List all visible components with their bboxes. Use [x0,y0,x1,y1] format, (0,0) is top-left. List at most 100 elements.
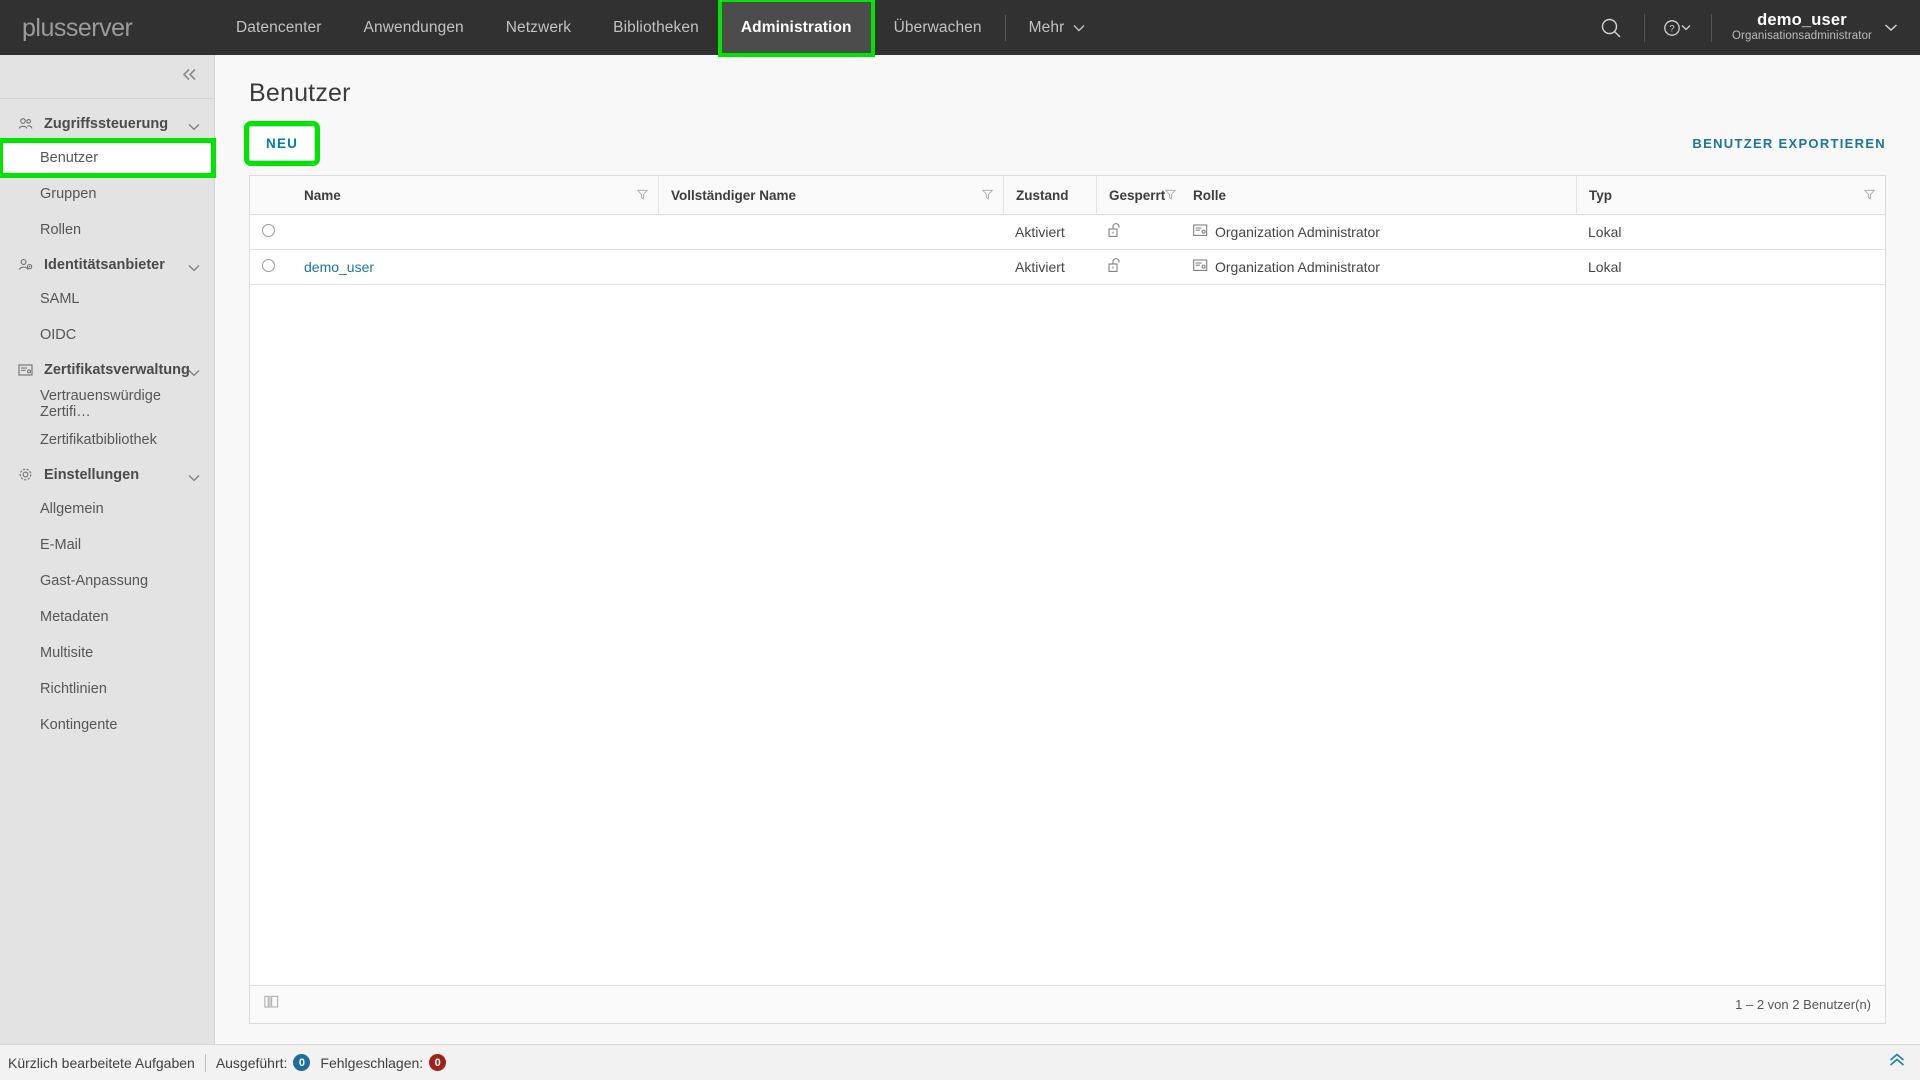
cell-fullname [658,249,1003,285]
sidebar-item-saml[interactable]: SAML [0,281,214,317]
nav-item-ueberwachen[interactable]: Überwachen [873,0,1003,55]
sidebar-item-allgemein[interactable]: Allgemein [0,491,214,527]
user-name-link[interactable]: demo_user [304,259,374,275]
table-row[interactable]: Aktiviert Organization Administrator Lok… [250,214,1885,250]
filter-icon[interactable] [1863,188,1876,203]
cell-gesperrt [1096,249,1181,285]
recent-tasks-label[interactable]: Kürzlich bearbeitete Aufgaben [8,1055,195,1071]
nav-divider [1710,13,1712,42]
user-menu[interactable]: demo_user Organisationsadministrator [1722,11,1898,43]
nav-label: Netzwerk [505,18,572,36]
row-radio[interactable] [262,259,275,272]
sidebar-item-vertrauenswuerdige-zertifikate[interactable]: Vertrauenswürdige Zertifi… [0,386,214,422]
filter-icon[interactable] [981,188,994,203]
role-card-icon [1193,259,1208,275]
sidebar-item-label: Vertrauenswürdige Zertifi… [40,388,161,420]
user-role: Organisationsadministrator [1731,30,1872,43]
sidebar-item-label: E-Mail [40,537,82,553]
column-header-typ[interactable]: Typ [1576,176,1885,215]
sidebar-item-label: SAML [40,291,80,307]
nav-item-netzwerk[interactable]: Netzwerk [485,0,592,55]
sidebar-group-identitaetsanbieter[interactable]: Identitätsanbieter [0,248,214,281]
role-label: Organization Administrator [1215,259,1380,275]
sidebar-group-label: Zertifikatsverwaltung [44,361,190,378]
nav-label: Überwachen [893,18,982,36]
sidebar-item-label: Allgemein [40,501,104,517]
sidebar-group-label: Einstellungen [44,466,140,483]
filter-icon[interactable] [636,188,649,203]
cell-fullname [658,214,1003,250]
column-header-zustand[interactable]: Zustand [1003,176,1096,215]
column-label: Zustand [1016,187,1069,203]
table-empty-space [250,285,1885,985]
new-user-button[interactable]: NEU [249,126,316,161]
svg-text:plusserver: plusserver [22,15,132,41]
sidebar-item-label: Richtlinien [40,681,107,697]
status-bar: Kürzlich bearbeitete Aufgaben Ausgeführt… [0,1044,1920,1080]
chevron-double-left-icon [182,68,198,86]
column-header-name[interactable]: Name [292,176,658,215]
nav-item-mehr[interactable]: Mehr [1008,0,1107,55]
sidebar-item-kontingente[interactable]: Kontingente [0,707,214,743]
sidebar-item-gast-anpassung[interactable]: Gast-Anpassung [0,563,214,599]
table-footer: 1 – 2 von 2 Benutzer(n) [250,985,1885,1023]
cell-zustand: Aktiviert [1003,249,1096,285]
sidebar-item-email[interactable]: E-Mail [0,527,214,563]
nav-right-cluster: ? demo_user Organisationsadministrator [1588,0,1920,55]
sidebar-group-zertifikatsverwaltung[interactable]: Zertifikatsverwaltung [0,353,214,386]
content-toolbar: NEU BENUTZER EXPORTIEREN [215,108,1920,175]
chevron-double-up-icon [1888,1053,1906,1072]
failed-label: Fehlgeschlagen: [320,1054,424,1071]
sidebar-collapse-button[interactable] [0,55,214,99]
plusserver-logo-icon: plusserver [22,15,133,41]
sidebar-item-benutzer[interactable]: Benutzer [0,138,216,178]
body-container: Zugriffssteuerung Benutzer Gruppen Rolle… [0,55,1920,1044]
table-row[interactable]: demo_user Aktiviert Organization Adminis… [250,249,1885,285]
status-bar-left: Kürzlich bearbeitete Aufgaben Ausgeführt… [8,1053,447,1072]
nav-item-administration[interactable]: Administration [717,0,875,57]
failed-count-badge: 0 [429,1054,447,1071]
column-header-rolle[interactable]: Rolle [1181,176,1576,215]
sidebar-item-gruppen[interactable]: Gruppen [0,176,214,212]
application-window: plusserver Datencenter Anwendungen Netzw… [0,0,1920,1080]
sidebar-item-oidc[interactable]: OIDC [0,317,214,353]
row-radio[interactable] [262,224,275,237]
sidebar-item-label: Rollen [40,222,82,238]
main-content: Benutzer NEU BENUTZER EXPORTIEREN Name V… [215,55,1920,1044]
column-header-fullname[interactable]: Vollständiger Name [658,176,1003,215]
chevron-down-icon [188,119,200,135]
column-label: Name [304,187,341,203]
help-circle-icon[interactable]: ? [1655,0,1701,55]
filter-icon[interactable] [1164,188,1177,203]
sidebar-item-rollen[interactable]: Rollen [0,212,214,248]
nav-label: Administration [740,18,852,36]
nav-label: Mehr [1028,18,1065,36]
nav-item-anwendungen[interactable]: Anwendungen [343,0,485,55]
brand-logo[interactable]: plusserver [0,0,215,55]
cell-rolle: Organization Administrator [1181,214,1576,250]
sidebar-group-zugriffssteuerung[interactable]: Zugriffssteuerung [0,107,214,140]
sidebar-item-multisite[interactable]: Multisite [0,635,214,671]
tasks-failed: Fehlgeschlagen: 0 [320,1054,447,1071]
sidebar-group-einstellungen[interactable]: Einstellungen [0,458,214,491]
cell-name [292,214,658,250]
nav-item-bibliotheken[interactable]: Bibliotheken [592,0,720,55]
status-divider [204,1053,206,1072]
cell-name: demo_user [292,249,658,285]
sidebar-item-metadaten[interactable]: Metadaten [0,599,214,635]
row-select-cell [250,214,292,250]
sidebar-item-zertifikatbibliothek[interactable]: Zertifikatbibliothek [0,422,214,458]
chevron-down-icon [188,260,200,276]
export-users-link[interactable]: BENUTZER EXPORTIEREN [1692,136,1886,151]
sidebar: Zugriffssteuerung Benutzer Gruppen Rolle… [0,55,216,1044]
chevron-down-icon [1884,19,1898,37]
status-bar-expand-button[interactable] [1888,1053,1906,1072]
sidebar-item-richtlinien[interactable]: Richtlinien [0,671,214,707]
columns-toggle-icon[interactable] [264,995,279,1014]
nav-item-datencenter[interactable]: Datencenter [215,0,343,55]
column-header-gesperrt[interactable]: Gesperrt [1096,176,1181,215]
sidebar-item-label: Multisite [40,645,94,661]
search-icon[interactable] [1588,0,1634,55]
running-label: Ausgeführt: [215,1054,288,1071]
cell-zustand: Aktiviert [1003,214,1096,250]
